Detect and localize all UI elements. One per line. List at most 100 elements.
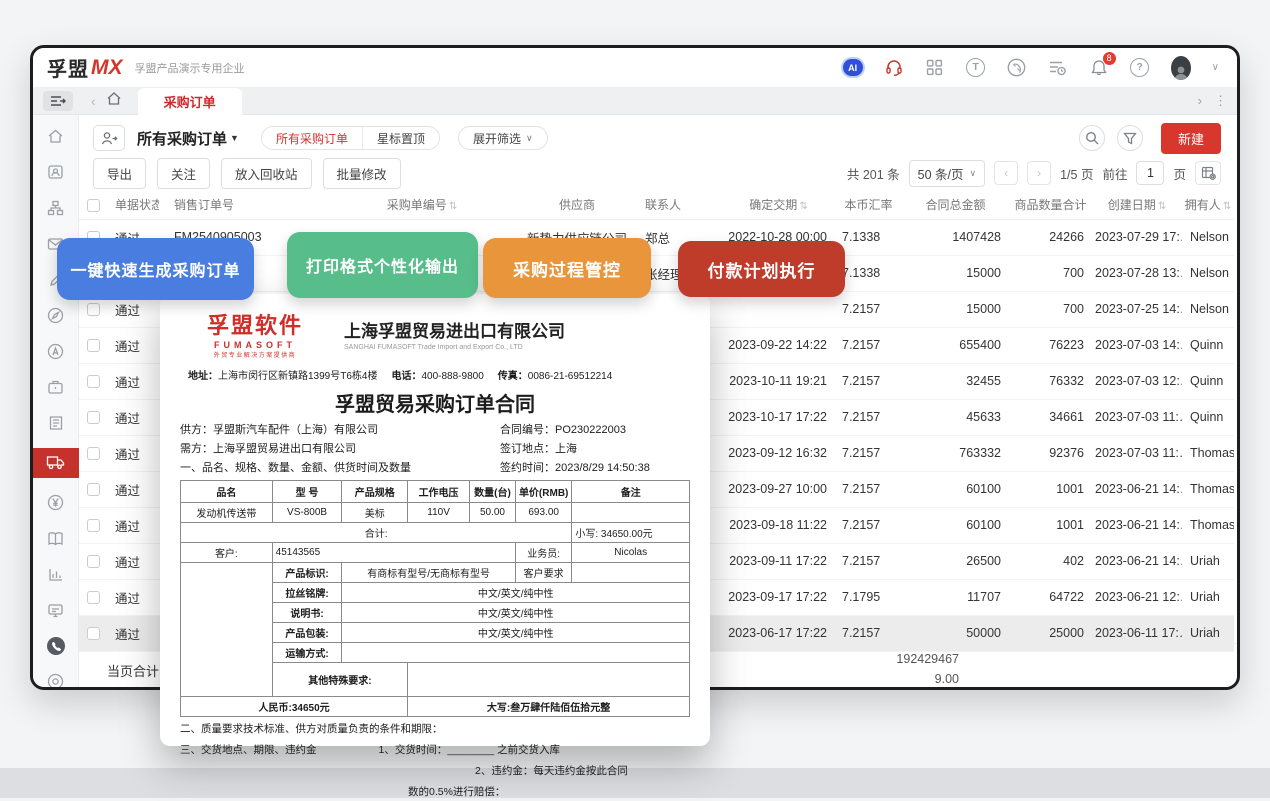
row-checkbox[interactable] [87, 339, 100, 352]
row-checkbox[interactable] [87, 627, 100, 640]
home-tab-icon[interactable] [106, 91, 122, 111]
col-header-sales-no[interactable]: 销售订单号 [159, 191, 327, 219]
recycle-bin-button[interactable]: 放入回收站 [221, 158, 312, 189]
task-list-icon[interactable] [1048, 58, 1068, 78]
translate-icon[interactable]: T [966, 58, 985, 77]
monitor-icon[interactable] [33, 599, 79, 622]
col-header-owner[interactable]: 拥有人⇅ [1182, 191, 1234, 219]
headset-icon[interactable] [884, 58, 904, 78]
row-checkbox[interactable] [87, 591, 100, 604]
chart-icon[interactable] [33, 563, 79, 586]
cell-qty: 1001 [1009, 471, 1092, 507]
filter-funnel-icon[interactable] [1117, 125, 1143, 151]
cell-status: 通过 [107, 363, 159, 399]
cell-amount: 11707 [902, 579, 1009, 615]
brand-logo-cn: 孚盟 [47, 53, 89, 82]
cell-qty: 64722 [1009, 579, 1092, 615]
home-icon[interactable] [33, 125, 79, 148]
tab-forward-icon[interactable]: › [1198, 93, 1202, 109]
org-icon[interactable] [33, 197, 79, 220]
notifications-bell-icon[interactable]: 8 [1089, 58, 1109, 78]
col-header-delivery[interactable]: 确定交期⇅ [722, 191, 835, 219]
col-header-status[interactable]: 单据状态 [107, 191, 159, 219]
target-a-icon[interactable] [33, 340, 79, 363]
cell-delivery: 2023-09-12 16:32 [722, 435, 835, 471]
cell-rate: 7.2157 [835, 399, 902, 435]
goto-page-input[interactable] [1136, 161, 1164, 185]
purchase-truck-icon[interactable] [33, 448, 79, 478]
yen-icon[interactable] [33, 491, 79, 514]
banner-print-format: 打印格式个性化输出 [287, 232, 478, 298]
doc-contact-line: 地址：上海市闵行区新镇路1399号T6栋4楼 电话：400-888-9800 传… [180, 367, 690, 382]
col-header-qty[interactable]: 商品数量合计 [1009, 191, 1092, 219]
sort-icon[interactable]: ⇅ [799, 201, 807, 212]
tab-menu-icon[interactable]: ⋮ [1214, 93, 1227, 109]
row-checkbox[interactable] [87, 483, 100, 496]
expand-filter-button[interactable]: 展开筛选 ∨ [458, 126, 548, 150]
avatar[interactable] [1171, 58, 1191, 78]
purchase-contract-document: 孚盟软件 FUMASOFT 外贸专业解决方案提供商 上海孚盟贸易进出口有限公司 … [160, 294, 710, 746]
prev-page-button[interactable]: ‹ [994, 161, 1018, 185]
page-size-select[interactable]: 50 条/页 ∨ [909, 160, 985, 187]
new-button[interactable]: 新建 [1161, 123, 1221, 154]
cell-rate: 7.1338 [835, 255, 902, 291]
search-icon[interactable] [1079, 125, 1105, 151]
batch-edit-button[interactable]: 批量修改 [323, 158, 401, 189]
row-checkbox[interactable] [87, 555, 100, 568]
apps-grid-icon[interactable] [925, 58, 945, 78]
filter-pill-starred[interactable]: 星标置顶 [362, 127, 439, 149]
col-header-supplier[interactable]: 供应商 [517, 191, 637, 219]
next-page-button[interactable]: › [1027, 161, 1051, 185]
briefcase-icon[interactable] [33, 376, 79, 399]
ledger-icon[interactable] [33, 527, 79, 550]
follow-button[interactable]: 关注 [157, 158, 210, 189]
row-checkbox[interactable] [87, 303, 100, 316]
contacts-icon[interactable] [33, 161, 79, 184]
row-checkbox[interactable] [87, 411, 100, 424]
col-header-amount[interactable]: 合同总金额 [902, 191, 1009, 219]
record-icon[interactable] [33, 670, 79, 690]
doc-total-label: 合计: [181, 523, 572, 543]
ai-assistant-icon[interactable]: AI [843, 59, 863, 76]
phone-contact-icon[interactable] [1007, 58, 1027, 78]
row-checkbox[interactable] [87, 447, 100, 460]
column-settings-icon[interactable] [1195, 161, 1221, 185]
doc-delivery-line3: 数的0.5%进行赔偿： [408, 784, 505, 801]
cell-created: 2023-07-25 14:… [1092, 291, 1182, 327]
compass-icon[interactable] [33, 304, 79, 327]
select-all-checkbox[interactable] [87, 199, 100, 212]
person-filter-icon[interactable] [93, 125, 125, 151]
filter-pill-all-orders[interactable]: 所有采购订单 [262, 127, 362, 149]
doc-product-row: 发动机传送带VS-800B美标 110V50.00693.00 [181, 503, 690, 523]
col-header-contact[interactable]: 联系人 [637, 191, 722, 219]
export-button[interactable]: 导出 [93, 158, 146, 189]
col-header-created[interactable]: 创建日期⇅ [1092, 191, 1182, 219]
help-icon[interactable]: ? [1130, 58, 1149, 77]
col-header-purchase-no[interactable]: 采购单编号⇅ [327, 191, 517, 219]
cell-amount: 60100 [902, 471, 1009, 507]
action-bar: 导出 关注 放入回收站 批量修改 共 201 条 50 条/页 ∨ ‹ › 1/… [79, 155, 1237, 191]
sidebar-collapse-icon[interactable] [43, 91, 73, 111]
row-checkbox[interactable] [87, 375, 100, 388]
view-caret-icon[interactable]: ▼ [230, 133, 239, 143]
page-summary-label: 当页合计 [107, 661, 159, 680]
cell-created: 2023-06-21 14:… [1092, 543, 1182, 579]
cell-created: 2023-07-29 17:… [1092, 219, 1182, 255]
col-header-rate[interactable]: 本币汇率 [835, 191, 902, 219]
bell-badge: 8 [1103, 52, 1116, 65]
cell-rate: 7.1338 [835, 219, 902, 255]
cell-status: 通过 [107, 507, 159, 543]
sort-icon[interactable]: ⇅ [1158, 201, 1166, 212]
sort-icon[interactable]: ⇅ [449, 201, 457, 212]
topbar: 孚盟 MX 孚盟产品演示专用企业 AI T 8 ? [33, 48, 1237, 88]
orders-icon[interactable] [33, 412, 79, 435]
tab-back-icon[interactable]: ‹ [91, 93, 96, 109]
phone-service-icon[interactable] [33, 634, 79, 657]
view-title[interactable]: 所有采购订单 [137, 128, 227, 149]
cell-qty: 402 [1009, 543, 1092, 579]
row-checkbox[interactable] [87, 519, 100, 532]
cell-amount: 15000 [902, 255, 1009, 291]
chevron-down-icon[interactable]: ∨ [1212, 62, 1219, 73]
sort-icon[interactable]: ⇅ [1223, 201, 1231, 212]
tab-purchase-orders[interactable]: 采购订单 [138, 88, 242, 115]
